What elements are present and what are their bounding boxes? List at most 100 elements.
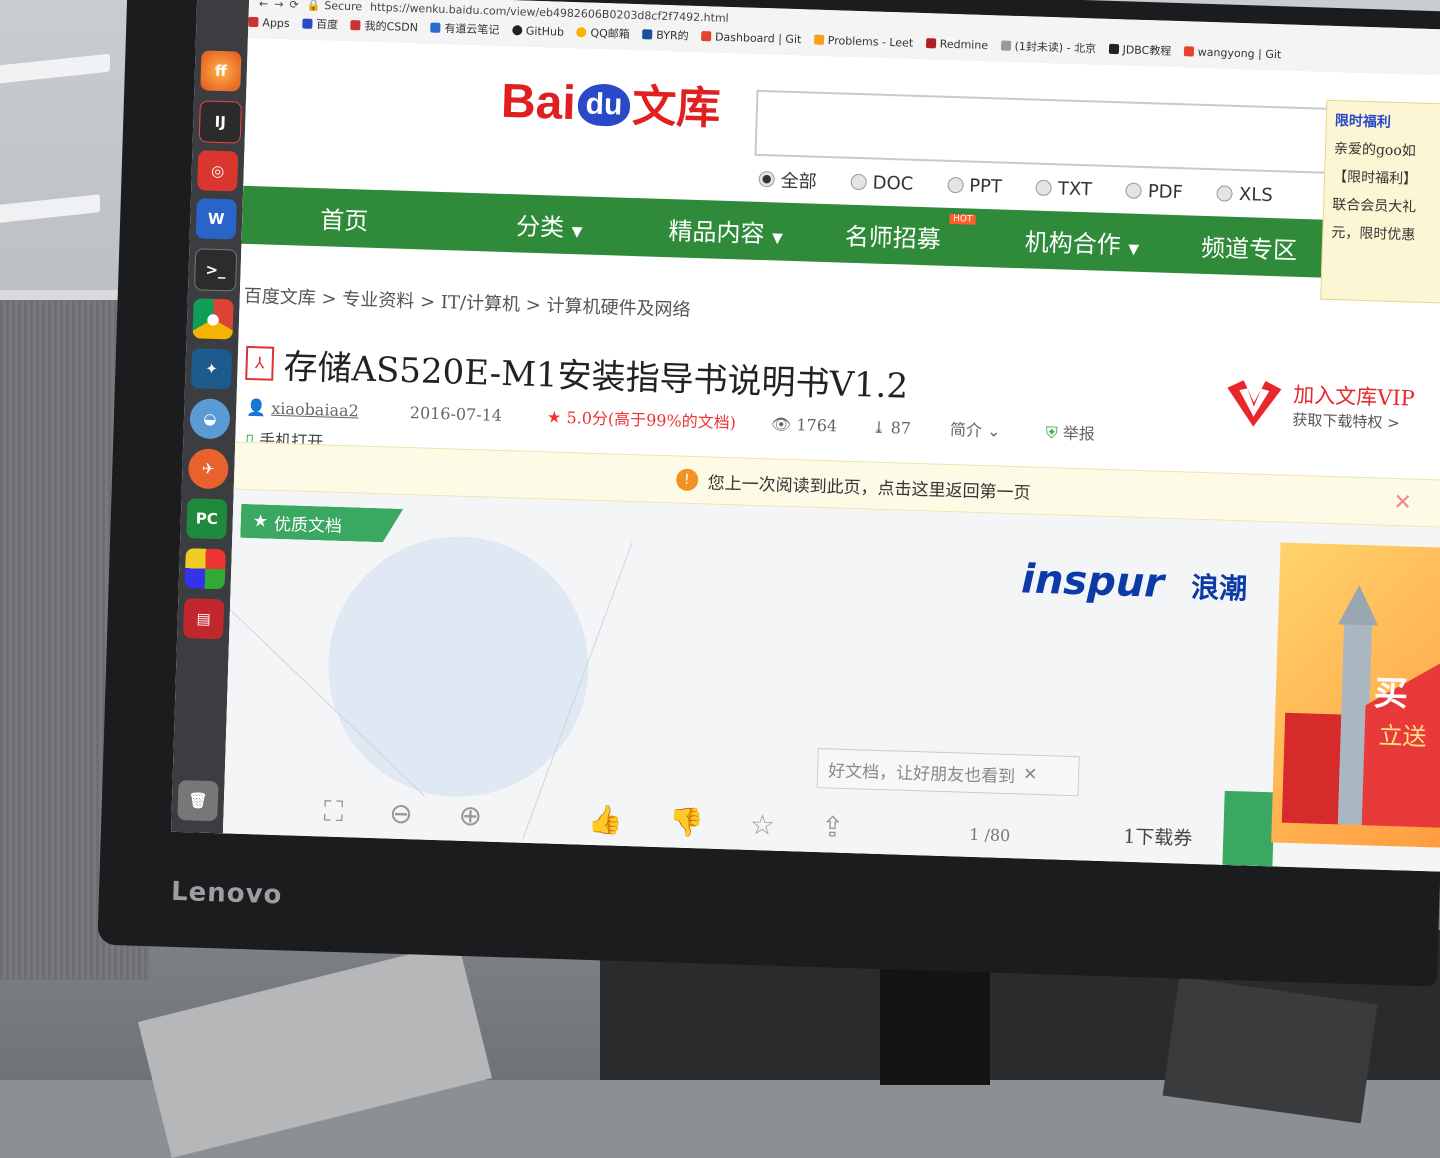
qq-icon xyxy=(576,27,587,38)
page-total: /80 xyxy=(984,825,1011,846)
bookmark-leetcode[interactable]: Problems - Leet xyxy=(813,33,913,49)
ad-text-2: 立送 xyxy=(1378,721,1427,752)
netease-music-icon[interactable]: ◎ xyxy=(197,150,239,192)
nav-home[interactable]: 首页 xyxy=(320,200,369,236)
radio-ppt[interactable]: PPT xyxy=(947,172,1003,200)
web-page: Bai du 文库 全部 DOC PPT TXT PDF XLS 首页 分类 ▼ 精… xyxy=(222,37,1440,873)
report-link[interactable]: 举报 xyxy=(1062,424,1095,444)
radio-pdf[interactable]: PDF xyxy=(1125,177,1184,205)
chevron-down-icon: ⌄ xyxy=(986,421,1001,441)
radio-icon xyxy=(1125,182,1143,199)
mysql-workbench-icon[interactable]: ✦ xyxy=(190,348,233,390)
star-icon: ★ xyxy=(546,407,562,427)
download-button[interactable] xyxy=(1222,790,1275,873)
bookmark-wangyong[interactable]: wangyong | Git xyxy=(1183,45,1281,61)
view-count: 1764 xyxy=(796,415,838,436)
bookmark-youdao[interactable]: 有道云笔记 xyxy=(430,20,500,38)
close-icon[interactable]: ✕ xyxy=(1023,765,1038,785)
bookmark-dashboard[interactable]: Dashboard | Git xyxy=(700,30,802,46)
page-current[interactable]: 1 xyxy=(969,825,980,844)
forward-icon[interactable]: → xyxy=(274,0,284,10)
csdn-icon xyxy=(350,20,361,31)
share-icon[interactable]: ⇪ xyxy=(820,810,844,845)
radio-icon xyxy=(850,173,867,191)
radio-icon xyxy=(1216,185,1234,202)
reload-icon[interactable]: ⟳ xyxy=(289,0,299,11)
bookmark-byr[interactable]: BYR的 xyxy=(642,26,689,43)
rating: 5.0分(高于99%的文档) xyxy=(566,407,737,433)
trash-icon[interactable]: 🗑 xyxy=(177,779,219,822)
intro-toggle[interactable]: 简介 ⌄ xyxy=(950,420,1001,441)
radio-txt[interactable]: TXT xyxy=(1035,175,1093,203)
download-icon: ⤓ xyxy=(871,417,886,438)
breadcrumb-sep: > xyxy=(419,291,436,313)
search-type-radios: 全部 DOC PPT TXT PDF XLS xyxy=(758,166,1273,208)
bookmark-csdn[interactable]: 我的CSDN xyxy=(350,17,418,35)
bookmark-github[interactable]: GitHub xyxy=(511,24,564,38)
baidu-wenku-logo[interactable]: Bai du 文库 xyxy=(500,66,721,137)
radio-xls[interactable]: XLS xyxy=(1216,180,1274,208)
ad-text: 买 xyxy=(1373,673,1409,715)
nav-channel[interactable]: 频道专区 xyxy=(1201,227,1298,265)
wps-writer-icon[interactable]: W xyxy=(195,198,237,240)
author-link[interactable]: xiaobaiaa2 xyxy=(271,399,359,421)
nav-featured[interactable]: 精品内容 ▼ xyxy=(668,211,783,250)
share-tip[interactable]: 好文档，让好朋友也看到 ✕ xyxy=(816,748,1080,797)
favorite-icon[interactable]: ☆ xyxy=(749,808,775,843)
nav-teacher[interactable]: 名师招募 HOT xyxy=(844,213,976,254)
breadcrumb-item[interactable]: 百度文库 xyxy=(243,286,316,309)
radio-doc[interactable]: DOC xyxy=(850,169,914,197)
radio-selected-icon xyxy=(758,170,775,188)
screen: ff IJ ◎ W >_ ● ✦ ◒ ✈ PC ▤ 🗑 ← → ⟳ 🔒 Secu… xyxy=(170,0,1440,873)
byr-icon xyxy=(642,29,653,40)
thumbs-up-icon[interactable]: 👍 xyxy=(588,803,624,838)
vip-join[interactable]: 加入文库VIP 获取下载特权 > xyxy=(1226,377,1415,434)
bookmark-apps[interactable]: Apps xyxy=(248,15,290,30)
firefox-icon[interactable]: ff xyxy=(200,50,242,92)
fullscreen-icon[interactable]: ⛶ xyxy=(323,795,344,830)
zoom-in-icon[interactable]: ⊕ xyxy=(458,799,482,834)
nav-institution[interactable]: 机构合作 ▼ xyxy=(1024,222,1139,261)
bookmark-jdbc[interactable]: JDBC教程 xyxy=(1108,41,1171,59)
dropdown-caret-icon: ▼ xyxy=(1127,241,1140,258)
github-icon xyxy=(511,25,523,36)
nav-category[interactable]: 分类 ▼ xyxy=(516,206,583,243)
network-icon[interactable]: ◒ xyxy=(189,398,231,440)
terminal-icon[interactable]: >_ xyxy=(193,248,238,292)
bookmark-baidu[interactable]: 百度 xyxy=(301,16,338,33)
notice-text: 您上一次阅读到此页，点击这里返回第一页 xyxy=(707,472,1031,504)
breadcrumb-item[interactable]: 专业资料 xyxy=(342,289,415,312)
radio-all[interactable]: 全部 xyxy=(758,166,817,194)
presentation-icon[interactable]: ▤ xyxy=(183,598,225,640)
pycharm-icon[interactable]: PC xyxy=(186,498,228,540)
thumbs-down-icon[interactable]: 👎 xyxy=(668,805,704,840)
page-indicator[interactable]: 1 /80 xyxy=(969,825,1011,845)
software-center-icon[interactable] xyxy=(184,548,226,590)
zoom-out-icon[interactable]: ⊖ xyxy=(389,797,413,832)
breadcrumb-item[interactable]: IT/计算机 xyxy=(441,292,521,315)
search-input[interactable] xyxy=(754,89,1341,175)
monitor: Lenovo ff IJ ◎ W >_ ● ✦ ◒ ✈ PC ▤ 🗑 ← → ⟳… xyxy=(97,0,1440,987)
promo-popup[interactable]: 限时福利 亲爱的goo如 【限时福利】 联合会员大礼 元，限时优惠 xyxy=(1320,99,1440,306)
bookmark-qqmail[interactable]: QQ邮箱 xyxy=(576,24,630,42)
inspur-logo-cn: 浪潮 xyxy=(1190,570,1248,606)
postman-icon[interactable]: ✈ xyxy=(187,448,229,490)
breadcrumb-sep: > xyxy=(525,294,542,317)
download-count: 87 xyxy=(890,418,912,438)
ad-art xyxy=(1281,584,1440,829)
dropdown-caret-icon: ▼ xyxy=(771,229,783,247)
back-icon[interactable]: ← xyxy=(259,0,269,10)
inspur-logo: inspur xyxy=(1020,556,1165,607)
bookmark-mail[interactable]: (1封未读) - 北京 xyxy=(1000,37,1096,56)
promo-line: 元，限时优惠 xyxy=(1331,224,1416,244)
intellij-icon[interactable]: IJ xyxy=(198,100,242,144)
bookmark-redmine[interactable]: Redmine xyxy=(925,37,988,52)
side-advertisement[interactable]: 买 立送 xyxy=(1271,542,1440,849)
chrome-icon[interactable]: ● xyxy=(192,298,234,340)
lock-icon: 🔒 xyxy=(306,0,321,12)
close-icon[interactable]: ✕ xyxy=(1393,490,1412,516)
user-icon: 👤 xyxy=(246,397,267,418)
radio-icon xyxy=(947,176,964,194)
breadcrumb-item[interactable]: 计算机硬件及网络 xyxy=(546,295,691,321)
vip-title: 加入文库VIP xyxy=(1292,382,1416,411)
